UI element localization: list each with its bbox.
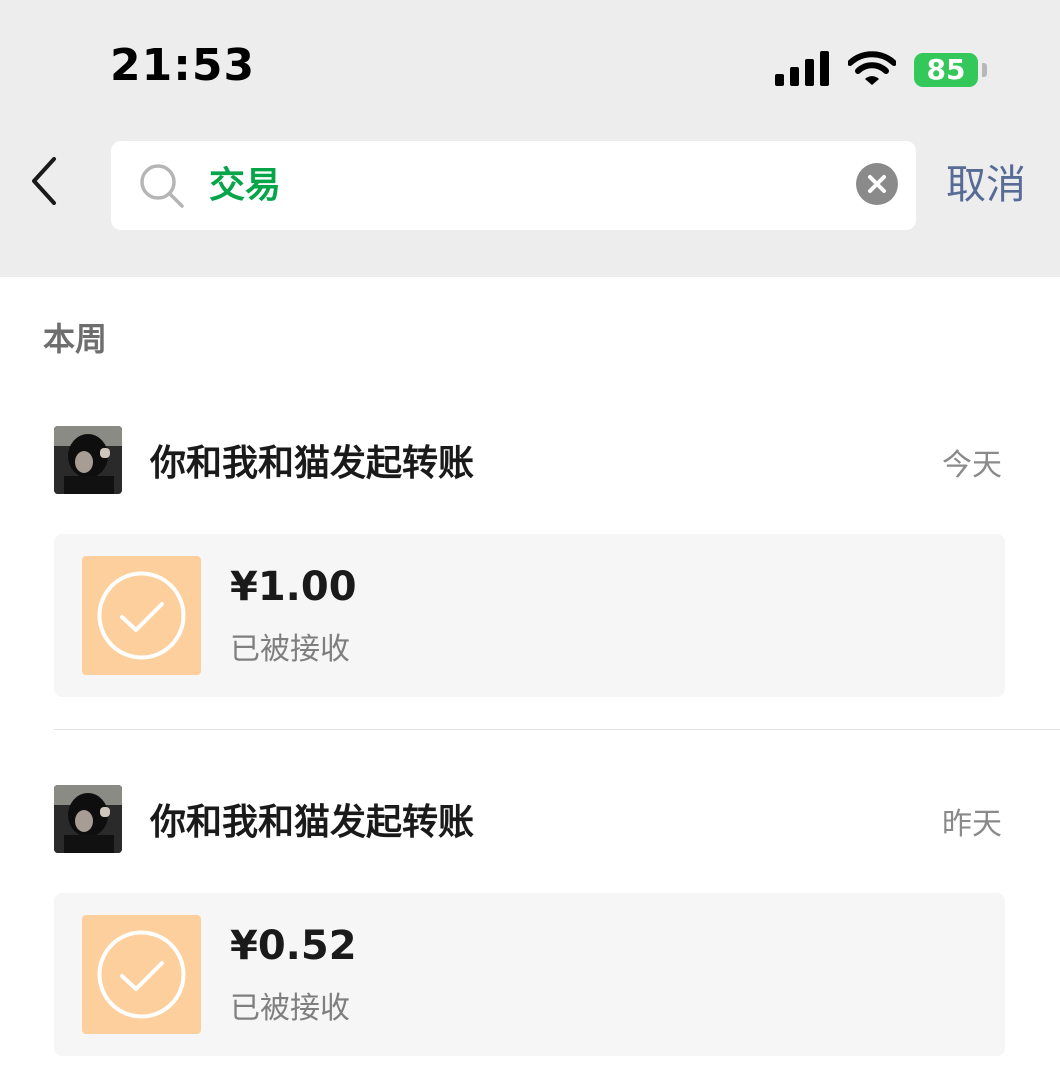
- avatar-image: [54, 785, 122, 853]
- transaction-entry: 你和我和猫发起转账 今天 ¥1.00 已被接收: [0, 426, 1060, 726]
- divider: [54, 729, 1060, 730]
- transfer-card[interactable]: ¥1.00 已被接收: [54, 534, 1005, 697]
- transfer-amount: ¥1.00: [230, 564, 357, 610]
- header-area: 21:53 85 取消: [0, 0, 1060, 277]
- battery-level: 85: [926, 53, 966, 86]
- entry-title: 你和我和猫发起转账: [150, 443, 475, 484]
- check-icon: [97, 571, 186, 660]
- avatar[interactable]: [54, 785, 122, 853]
- transfer-icon: [82, 915, 201, 1034]
- cancel-button[interactable]: 取消: [946, 155, 1046, 215]
- signal-icon: [775, 51, 829, 86]
- entry-date: 今天: [942, 448, 1002, 483]
- avatar-image: [54, 426, 122, 494]
- search-bar[interactable]: [111, 141, 916, 230]
- transfer-icon: [82, 556, 201, 675]
- avatar[interactable]: [54, 426, 122, 494]
- back-icon[interactable]: [26, 155, 66, 207]
- search-input[interactable]: [209, 141, 829, 230]
- check-icon: [97, 930, 186, 1019]
- battery-tip: [982, 63, 987, 77]
- section-title: 本周: [43, 320, 108, 358]
- search-icon: [140, 164, 184, 208]
- entry-title: 你和我和猫发起转账: [150, 802, 475, 843]
- transfer-status: 已被接收: [230, 632, 350, 667]
- transfer-card[interactable]: ¥0.52 已被接收: [54, 893, 1005, 1056]
- transfer-status: 已被接收: [230, 991, 350, 1026]
- status-time: 21:53: [110, 40, 256, 91]
- transfer-amount: ¥0.52: [230, 923, 357, 969]
- wifi-icon: [848, 51, 896, 85]
- battery-icon: 85: [914, 53, 978, 87]
- clear-icon[interactable]: [856, 163, 898, 205]
- transaction-entry: 你和我和猫发起转账 昨天 ¥0.52 已被接收: [0, 785, 1060, 1085]
- entry-date: 昨天: [942, 807, 1002, 842]
